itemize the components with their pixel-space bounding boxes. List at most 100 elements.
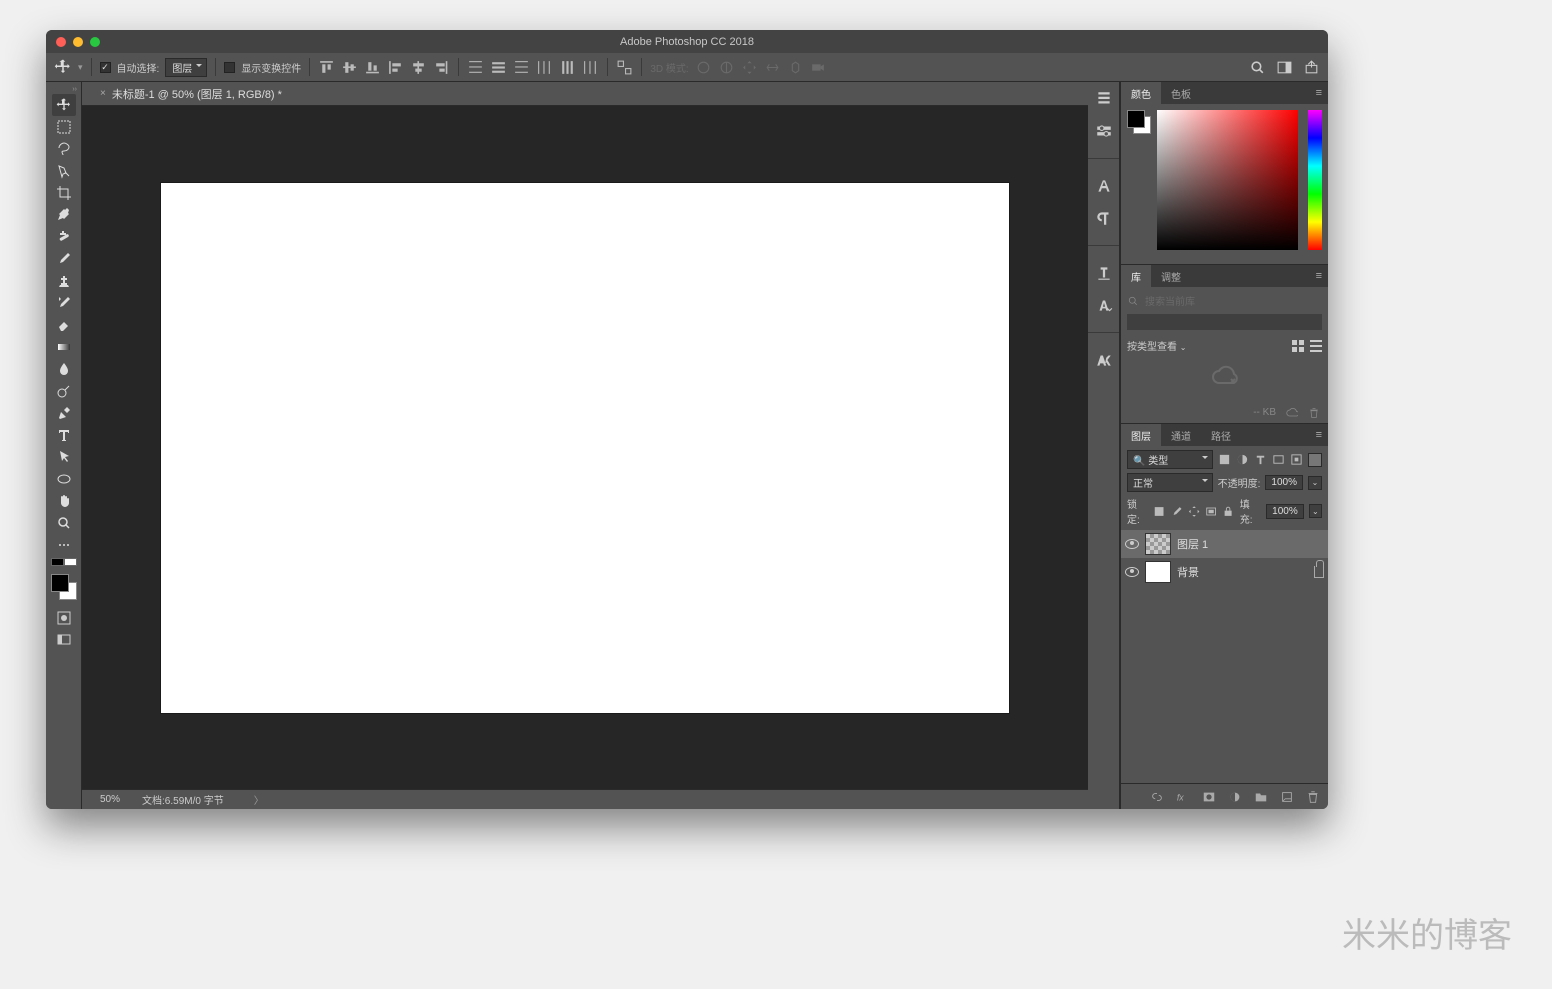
history-panel-icon[interactable] [1095,90,1113,108]
layer-name[interactable]: 背景 [1177,564,1199,580]
distribute-left-icon[interactable] [536,59,553,76]
tab-channels[interactable]: 通道 [1161,424,1201,446]
color-field[interactable] [1157,110,1298,250]
properties-panel-icon[interactable] [1095,122,1113,140]
type-tool[interactable] [52,424,76,446]
lock-nest-icon[interactable] [1205,505,1217,518]
tab-color[interactable]: 颜色 [1121,82,1161,104]
screen-mode-icon[interactable] [56,632,72,648]
type-styles-icon[interactable] [1095,351,1113,369]
filter-pixel-icon[interactable] [1218,453,1231,466]
blur-tool[interactable] [52,358,76,380]
filter-adjust-icon[interactable] [1236,453,1249,466]
quick-mask-icon[interactable] [56,610,72,626]
distribute-bottom-icon[interactable] [513,59,530,76]
search-icon[interactable] [1249,59,1266,76]
canvas[interactable] [161,183,1009,713]
layer-row-1[interactable]: 图层 1 [1121,530,1328,558]
tab-paths[interactable]: 路径 [1201,424,1241,446]
new-layer-icon[interactable] [1280,790,1294,804]
align-left-icon[interactable] [387,59,404,76]
list-view-icon[interactable] [1310,340,1322,352]
layer-name[interactable]: 图层 1 [1177,536,1208,552]
lock-all-icon[interactable] [1222,505,1234,518]
opacity-input[interactable]: 100% [1265,475,1303,490]
fill-arrow-icon[interactable]: ⌄ [1309,504,1322,518]
workspace-select-icon[interactable] [1276,59,1293,76]
minimize-button[interactable] [73,37,83,47]
pen-tool[interactable] [52,402,76,424]
panel-menu-icon[interactable]: ≡ [1316,270,1322,282]
panel-menu-icon[interactable]: ≡ [1316,87,1322,99]
filter-shape-icon[interactable] [1272,453,1285,466]
delete-layer-icon[interactable] [1306,790,1320,804]
maximize-button[interactable] [90,37,100,47]
auto-select-checkbox[interactable] [100,62,111,73]
dodge-tool[interactable] [52,380,76,402]
close-tab-icon[interactable]: × [100,88,106,99]
path-select-tool[interactable] [52,446,76,468]
align-right-icon[interactable] [433,59,450,76]
edit-toolbar-icon[interactable] [52,534,76,556]
tab-libraries[interactable]: 库 [1121,265,1151,287]
show-transform-checkbox[interactable] [224,62,235,73]
glyph-panel-icon[interactable] [1095,296,1113,314]
color-panel-swatches[interactable] [1127,110,1151,134]
filter-smart-icon[interactable] [1290,453,1303,466]
visibility-toggle-icon[interactable] [1125,539,1139,549]
healing-brush-tool[interactable] [52,226,76,248]
filter-type-icon[interactable] [1254,453,1267,466]
gradient-tool[interactable] [52,336,76,358]
crop-tool[interactable] [52,182,76,204]
tab-layers[interactable]: 图层 [1121,424,1161,446]
eyedropper-tool[interactable] [52,204,76,226]
library-select-dropdown[interactable] [1127,314,1322,330]
status-arrow-icon[interactable]: 〉 [254,792,264,807]
adjustment-layer-icon[interactable] [1228,790,1242,804]
filter-toggle[interactable] [1308,453,1322,467]
brush-tool[interactable] [52,248,76,270]
quick-select-tool[interactable] [52,160,76,182]
grid-view-icon[interactable] [1292,340,1304,352]
titlebar[interactable]: Adobe Photoshop CC 2018 [46,30,1328,53]
eraser-tool[interactable] [52,314,76,336]
lock-brush-icon[interactable] [1171,505,1183,518]
hand-tool[interactable] [52,490,76,512]
document-tab[interactable]: 未标题-1 @ 50% (图层 1, RGB/8) * [112,86,282,102]
doc-info[interactable]: 文档:6.59M/0 字节 [142,792,224,807]
align-bottom-icon[interactable] [364,59,381,76]
layer-thumbnail[interactable] [1145,561,1171,583]
visibility-toggle-icon[interactable] [1125,567,1139,577]
layer-row-bg[interactable]: 背景 [1121,558,1328,586]
tab-swatches[interactable]: 色板 [1161,82,1201,104]
history-brush-tool[interactable] [52,292,76,314]
foreground-background-swatches[interactable] [51,574,77,600]
shape-tool[interactable] [52,468,76,490]
tab-adjustments[interactable]: 调整 [1151,265,1191,287]
fx-icon[interactable]: fx [1176,790,1190,804]
auto-align-icon[interactable] [616,59,633,76]
align-top-icon[interactable] [318,59,335,76]
share-icon[interactable] [1303,59,1320,76]
lock-position-icon[interactable] [1188,505,1200,518]
clone-stamp-tool[interactable] [52,270,76,292]
zoom-tool[interactable] [52,512,76,534]
align-hcenter-icon[interactable] [410,59,427,76]
group-icon[interactable] [1254,790,1268,804]
move-tool[interactable] [52,94,76,116]
distribute-right-icon[interactable] [582,59,599,76]
library-browse-label[interactable]: 按类型查看 [1127,342,1177,353]
cloud-sync-icon[interactable] [1286,407,1298,419]
library-search-placeholder[interactable]: 搜索当前库 [1145,293,1195,308]
auto-select-target-select[interactable]: 图层 [165,58,207,77]
link-layers-icon[interactable] [1150,790,1164,804]
marquee-tool[interactable] [52,116,76,138]
hue-slider[interactable] [1308,110,1322,250]
fill-input[interactable]: 100% [1266,504,1304,519]
opacity-arrow-icon[interactable]: ⌄ [1308,476,1322,490]
mask-icon[interactable] [1202,790,1216,804]
lasso-tool[interactable] [52,138,76,160]
lock-pixels-icon[interactable] [1153,505,1165,518]
align-vcenter-icon[interactable] [341,59,358,76]
paragraph-panel-icon[interactable] [1095,209,1113,227]
